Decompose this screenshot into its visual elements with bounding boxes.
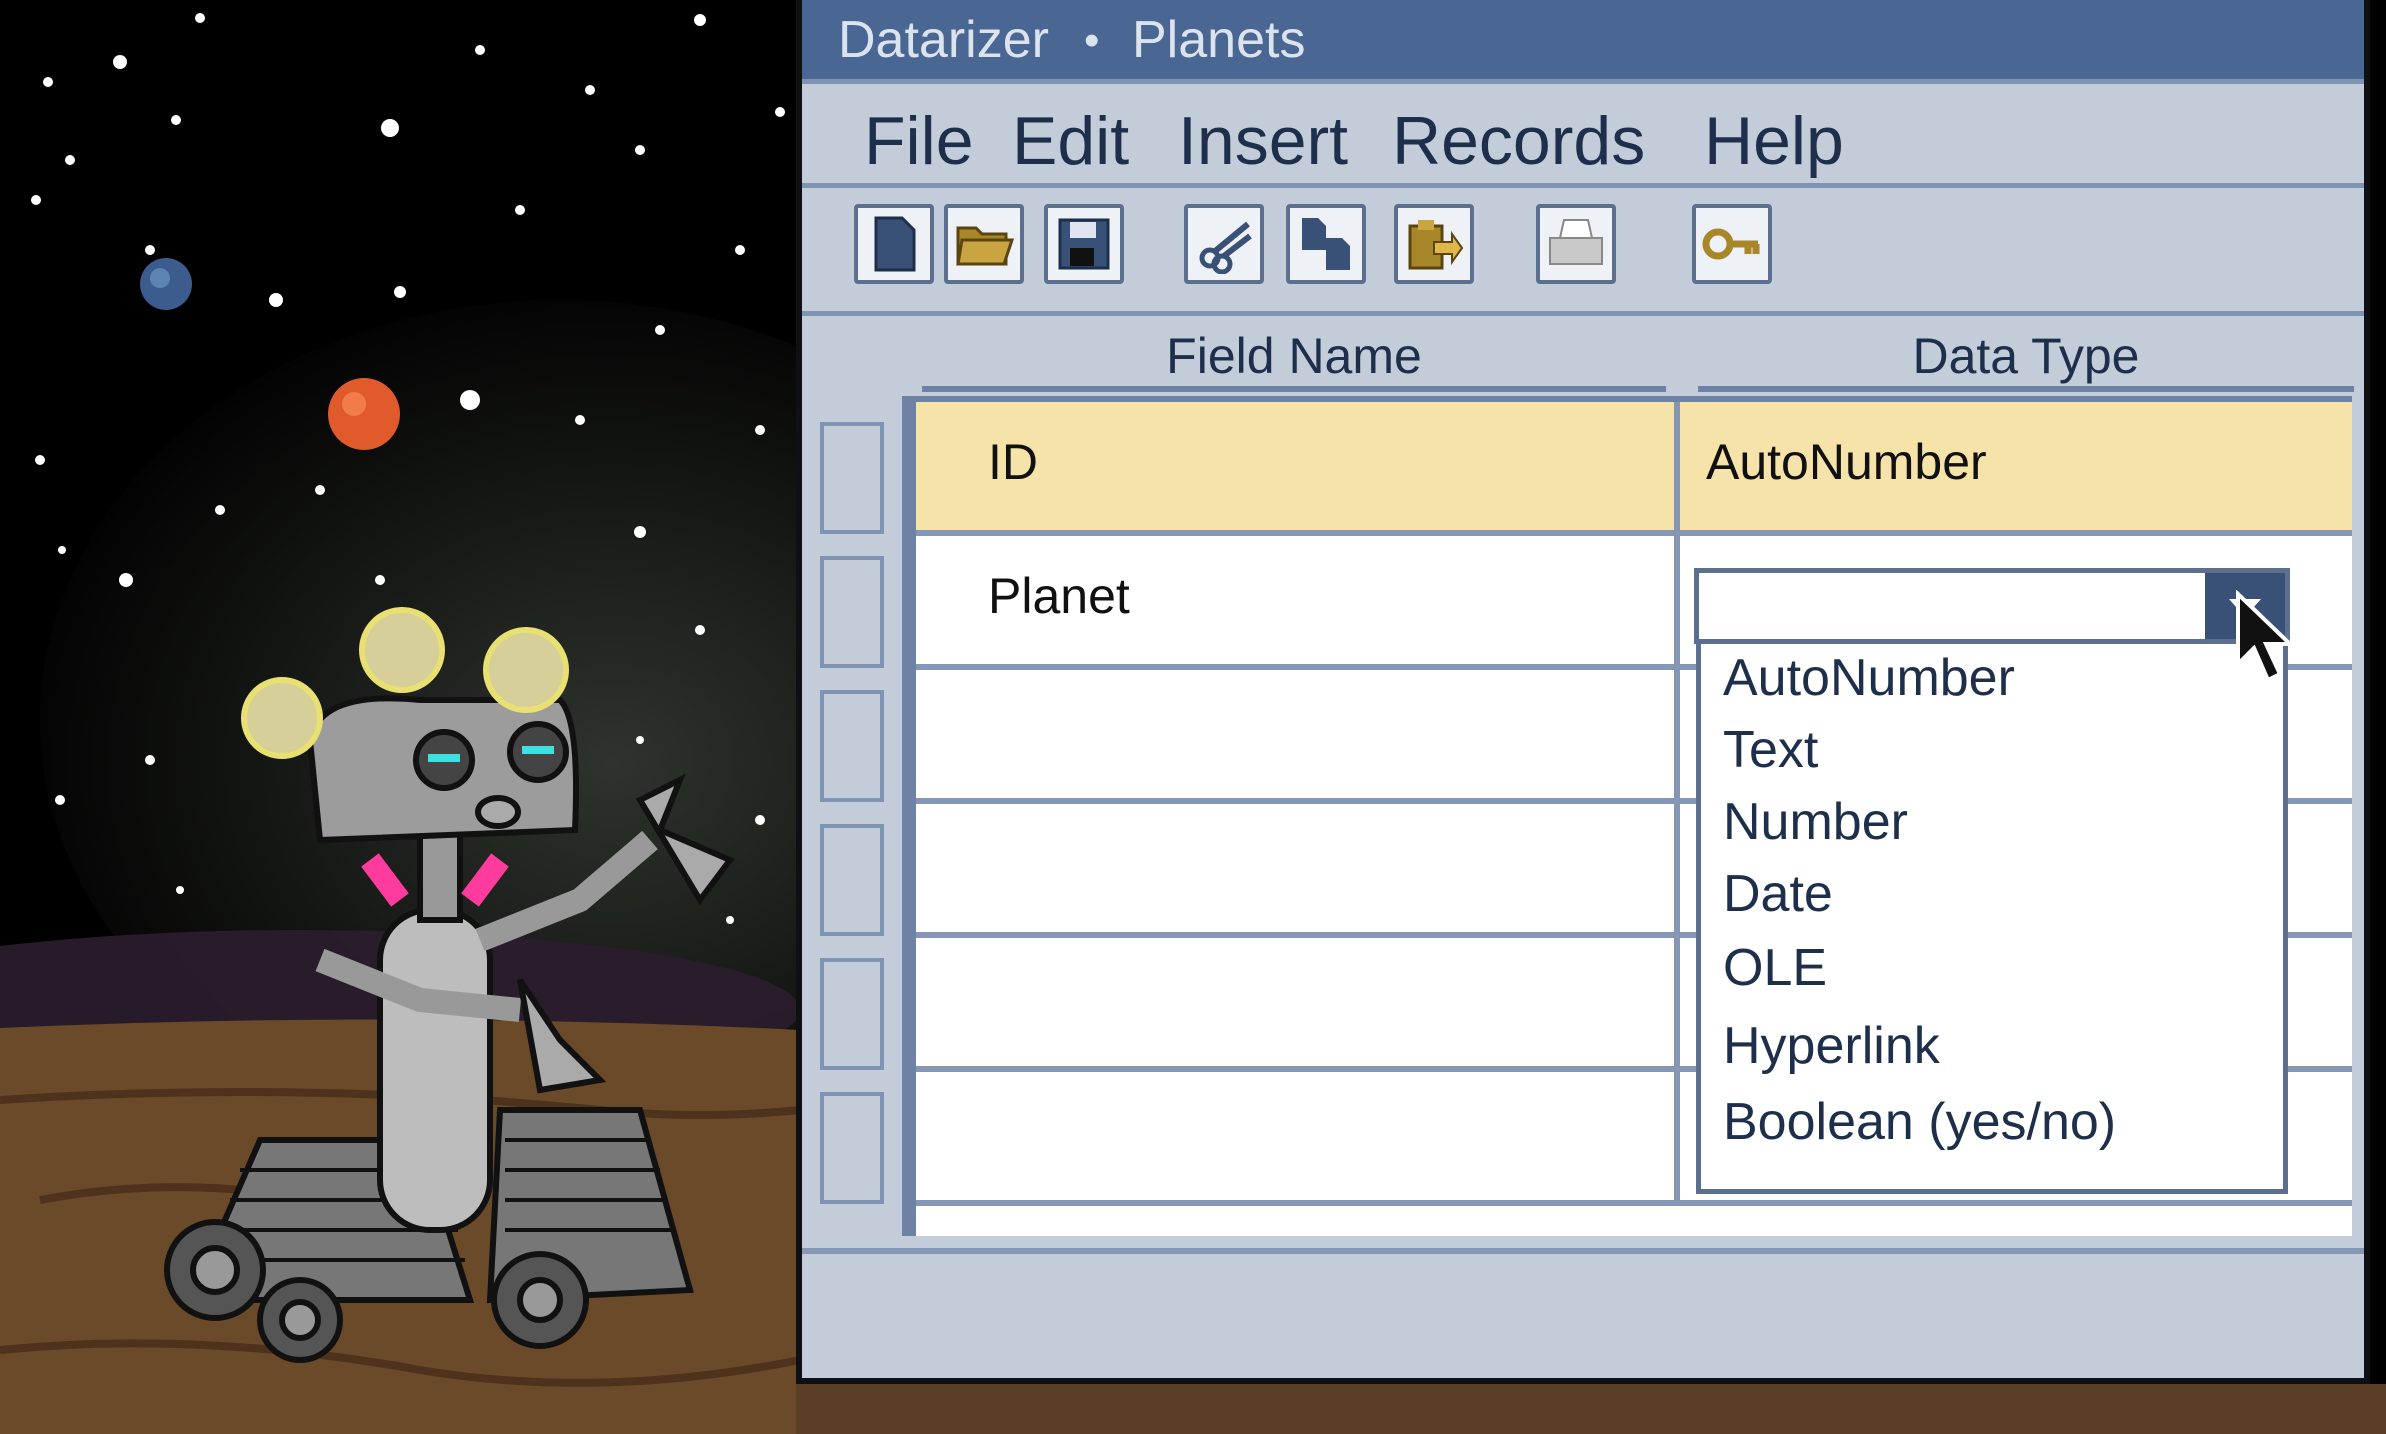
option-ole[interactable]: OLE bbox=[1723, 938, 1827, 998]
title-bar: Datarizer • Planets bbox=[802, 0, 2364, 84]
row-selector[interactable] bbox=[820, 1092, 884, 1204]
field-name-cell[interactable]: Planet bbox=[988, 536, 1130, 664]
copy-icon bbox=[1302, 218, 1350, 270]
menu-edit[interactable]: Edit bbox=[1012, 102, 1129, 180]
mouse-cursor-icon bbox=[2236, 590, 2295, 683]
column-header-field-name[interactable]: Field Name bbox=[922, 324, 1666, 392]
column-divider bbox=[1674, 1072, 1680, 1200]
column-divider bbox=[1674, 536, 1680, 664]
option-boolean[interactable]: Boolean (yes/no) bbox=[1723, 1092, 2116, 1152]
row-selector[interactable] bbox=[820, 958, 884, 1070]
menu-file[interactable]: File bbox=[864, 102, 974, 180]
new-file-icon bbox=[874, 216, 916, 272]
column-divider bbox=[1674, 804, 1680, 932]
print-icon bbox=[1549, 219, 1603, 265]
column-divider bbox=[1674, 670, 1680, 798]
status-area bbox=[802, 1248, 2364, 1378]
open-folder-button[interactable] bbox=[944, 204, 1024, 284]
row-selector[interactable] bbox=[820, 690, 884, 802]
data-type-options-list: AutoNumber Text Number Date OLE Hyperlin… bbox=[1696, 644, 2288, 1194]
option-date[interactable]: Date bbox=[1723, 864, 1833, 924]
row-selector[interactable] bbox=[820, 824, 884, 936]
save-button[interactable] bbox=[1044, 204, 1124, 284]
menu-records[interactable]: Records bbox=[1392, 102, 1645, 180]
toolbar bbox=[802, 188, 2364, 316]
menu-bar: File Edit Insert Records Help bbox=[802, 84, 2364, 188]
data-type-cell[interactable]: AutoNumber bbox=[1706, 402, 1987, 530]
key-icon bbox=[1702, 228, 1760, 260]
new-file-button[interactable] bbox=[854, 204, 934, 284]
paste-icon bbox=[1408, 220, 1464, 270]
row-selector[interactable] bbox=[820, 556, 884, 668]
row-selector[interactable] bbox=[820, 422, 884, 534]
column-divider bbox=[1674, 402, 1680, 530]
field-name-cell[interactable]: ID bbox=[988, 402, 1038, 530]
key-button[interactable] bbox=[1692, 204, 1772, 284]
title-separator: • bbox=[1084, 16, 1100, 65]
copy-button[interactable] bbox=[1286, 204, 1366, 284]
menu-insert[interactable]: Insert bbox=[1178, 102, 1348, 180]
data-type-select[interactable] bbox=[1694, 568, 2290, 644]
option-hyperlink[interactable]: Hyperlink bbox=[1723, 1016, 1940, 1076]
print-button[interactable] bbox=[1536, 204, 1616, 284]
cut-icon bbox=[1199, 221, 1252, 274]
open-folder-icon bbox=[956, 226, 1014, 266]
menu-help[interactable]: Help bbox=[1704, 102, 1844, 180]
table-row[interactable]: ID AutoNumber bbox=[916, 402, 2352, 536]
window-document-name: Planets bbox=[1132, 11, 1306, 69]
column-header-data-type[interactable]: Data Type bbox=[1698, 324, 2354, 392]
option-number[interactable]: Number bbox=[1723, 792, 1908, 852]
option-autonumber[interactable]: AutoNumber bbox=[1723, 648, 2015, 708]
window-app-name: Datarizer bbox=[838, 11, 1049, 69]
save-icon bbox=[1058, 218, 1110, 270]
paste-button[interactable] bbox=[1394, 204, 1474, 284]
column-divider bbox=[1674, 938, 1680, 1066]
option-text[interactable]: Text bbox=[1723, 720, 1818, 780]
cut-button[interactable] bbox=[1184, 204, 1264, 284]
